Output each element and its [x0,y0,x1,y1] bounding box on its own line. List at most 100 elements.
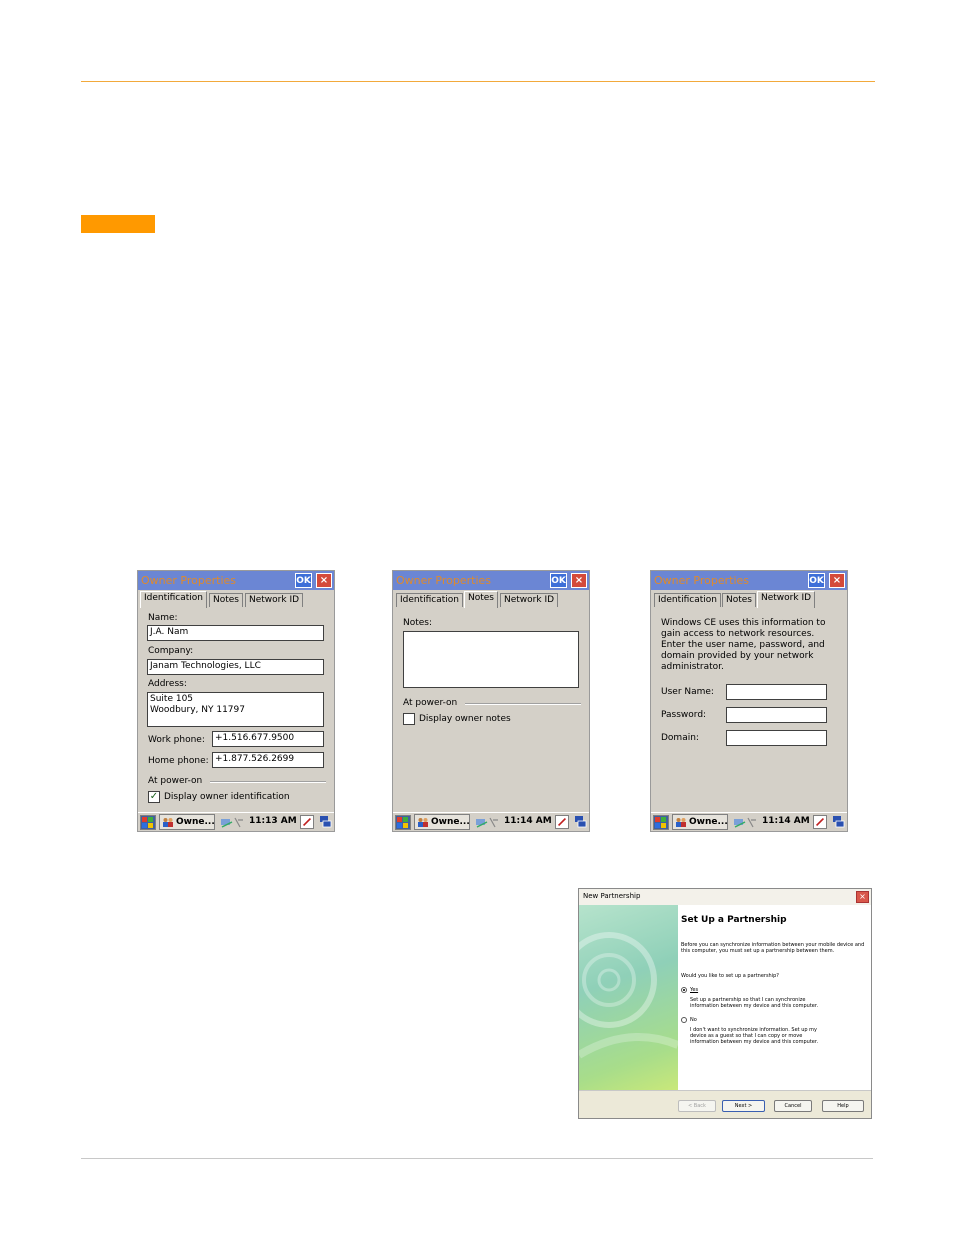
window-title: Owner Properties [141,574,237,587]
notes-label: Notes: [403,618,433,628]
tab-strip: Identification Notes Network ID [138,590,334,608]
desktop-icon[interactable] [832,815,845,829]
password-field[interactable] [726,707,827,723]
window-title: Owner Properties [654,574,750,587]
company-label: Company: [148,646,194,656]
tab-notes[interactable]: Notes [209,593,243,607]
people-icon [418,818,428,827]
title-bar: Owner Properties OK × [393,571,589,590]
ok-button[interactable]: OK [295,573,312,588]
tab-network-id[interactable]: Network ID [500,593,559,607]
start-icon[interactable] [140,815,156,830]
network-id-description: Windows CE uses this information to gain… [661,618,826,672]
help-button[interactable]: Help [822,1100,864,1112]
username-label: User Name: [661,687,714,697]
back-button[interactable]: < Back [678,1100,716,1112]
network-icon[interactable] [733,816,759,829]
tab-network-id[interactable]: Network ID [245,593,304,607]
taskbar: Owne... 11:13 AM [138,812,334,831]
input-panel-icon[interactable] [813,815,827,829]
desktop-icon[interactable] [574,815,587,829]
intro-text: Before you can synchronize information b… [681,942,865,954]
dialog-close-button[interactable]: × [856,891,869,903]
owner-properties-task-button[interactable]: Owne... [414,814,470,830]
input-panel-icon[interactable] [555,815,569,829]
domain-label: Domain: [661,733,699,743]
close-button[interactable]: × [829,573,845,588]
wizard-footer: < Back Next > Cancel Help [579,1090,871,1118]
input-panel-icon[interactable] [300,815,314,829]
network-icon[interactable] [475,816,501,829]
owner-properties-identification-screen: Owner Properties OK × Identification Not… [137,570,335,832]
title-bar: Owner Properties OK × [651,571,847,590]
people-icon [676,818,686,827]
name-field[interactable]: J.A. Nam [147,625,324,641]
start-icon[interactable] [395,815,411,830]
start-icon[interactable] [653,815,669,830]
power-on-label: At power-on [403,698,458,708]
close-button[interactable]: × [316,573,332,588]
next-button[interactable]: Next > [722,1100,765,1112]
header-rule [81,81,875,82]
clock: 11:14 AM [504,816,552,826]
network-icon[interactable] [220,816,246,829]
notes-field[interactable] [403,631,579,688]
tab-network-id[interactable]: Network ID [757,591,816,608]
tab-notes[interactable]: Notes [722,593,756,607]
ok-button[interactable]: OK [808,573,825,588]
owner-properties-task-button[interactable]: Owne... [672,814,728,830]
owner-properties-network-id-screen: Owner Properties OK × Identification Not… [650,570,848,832]
wizard-heading: Set Up a Partnership [681,915,787,925]
tab-notes[interactable]: Notes [464,591,498,608]
clock: 11:14 AM [762,816,810,826]
wizard-banner-art [579,905,678,1090]
dialog-title-bar: New Partnership × [579,889,871,906]
window-title: Owner Properties [396,574,492,587]
domain-field[interactable] [726,730,827,746]
no-label[interactable]: No [690,1017,697,1023]
owner-properties-notes-screen: Owner Properties OK × Identification Not… [392,570,590,832]
group-divider [465,703,581,705]
cancel-button[interactable]: Cancel [774,1100,812,1112]
close-button[interactable]: × [571,573,587,588]
clock: 11:13 AM [249,816,297,826]
display-owner-identification-checkbox[interactable]: ✓ [148,791,160,803]
display-owner-notes-checkbox[interactable] [403,713,415,725]
no-description: I don't want to synchronize information.… [690,1027,819,1045]
desktop-icon[interactable] [319,815,332,829]
checkbox-label: Display owner identification [164,792,290,802]
checkbox-label: Display owner notes [419,714,511,724]
tab-strip: Identification Notes Network ID [651,590,847,608]
ok-button[interactable]: OK [550,573,567,588]
name-label: Name: [148,613,178,623]
task-label: Owne... [431,817,470,827]
tab-identification[interactable]: Identification [396,593,464,607]
footer-rule [81,1158,873,1159]
wizard-content: Set Up a Partnership Before you can sync… [678,905,871,1090]
taskbar: Owne... 11:14 AM [393,812,589,831]
owner-properties-task-button[interactable]: Owne... [159,814,215,830]
task-label: Owne... [689,817,728,827]
tab-strip: Identification Notes Network ID [393,590,589,608]
company-field[interactable]: Janam Technologies, LLC [147,659,324,675]
no-radio[interactable] [681,1017,687,1023]
password-label: Password: [661,710,707,720]
address-field[interactable]: Suite 105 Woodbury, NY 11797 [147,692,324,727]
yes-radio[interactable] [681,987,687,993]
people-icon [163,818,173,827]
group-divider [210,781,326,783]
work-phone-field[interactable]: +1.516.677.9500 [212,731,324,747]
home-phone-field[interactable]: +1.877.526.2699 [212,752,324,768]
title-bar: Owner Properties OK × [138,571,334,590]
section-marker [81,215,155,233]
address-label: Address: [148,679,187,689]
taskbar: Owne... 11:14 AM [651,812,847,831]
yes-label[interactable]: Yes [690,987,698,993]
tab-identification[interactable]: Identification [140,591,208,608]
work-phone-label: Work phone: [148,735,205,745]
swirl-graphic [579,932,678,1059]
power-on-label: At power-on [148,776,203,786]
new-partnership-dialog: New Partnership × Set Up a Partnership B… [578,888,872,1119]
tab-identification[interactable]: Identification [654,593,722,607]
username-field[interactable] [726,684,827,700]
